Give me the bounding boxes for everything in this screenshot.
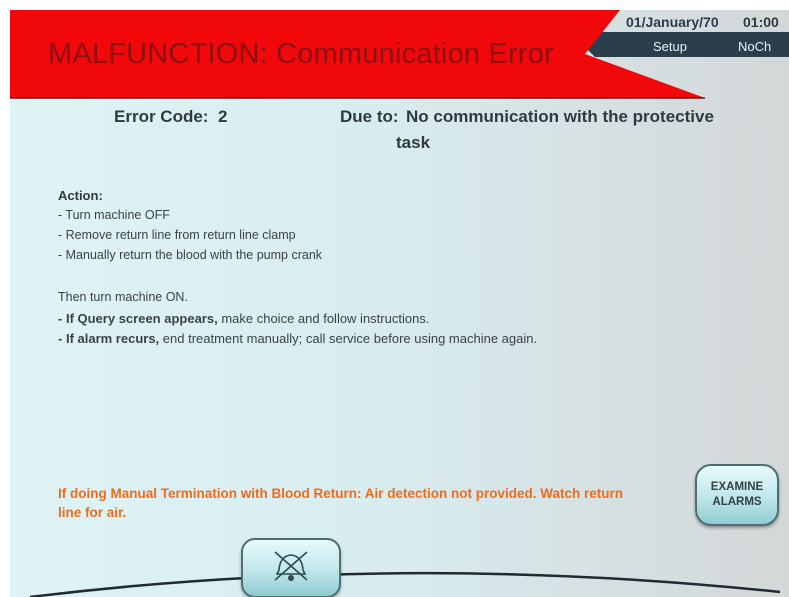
due-to-reason-line2: task [396,133,431,152]
alarm-silence-icon [269,546,313,591]
tab-setup[interactable]: Setup [653,39,687,54]
examine-alarms-label-line1: EXAMINE [710,481,764,493]
error-code-value: 2 [218,107,228,126]
examine-alarms-label-line2: ALARMS [712,496,762,508]
bottom-arc [29,571,781,597]
conditional-action: make choice and follow instructions. [217,311,430,326]
malfunction-screen: MALFUNCTION: Communication Error 01/Janu… [10,10,789,597]
conditional-instruction: - If alarm recurs, end treatment manuall… [58,331,537,346]
header-bar: MALFUNCTION: Communication Error 01/Janu… [10,10,789,102]
action-step: - Manually return the blood with the pum… [58,248,323,262]
examine-alarms-button[interactable]: EXAMINE ALARMS [695,464,779,526]
due-to-reason-line1: No communication with the protective [406,107,714,126]
time-display: 01:00 [743,14,779,30]
conditional-action: end treatment manually; call service bef… [159,331,538,346]
conditional-prefix: - [58,331,66,346]
tab-noch[interactable]: NoCh [738,39,771,54]
action-step: - Turn machine OFF [58,208,170,222]
conditional-condition: If Query screen appears, [65,311,218,326]
then-instruction: Then turn machine ON. [58,290,188,304]
action-title: Action: [58,188,103,203]
conditional-instruction: - If Query screen appears, make choice a… [58,311,429,326]
due-to-label: Due to: [340,107,399,126]
page-title: MALFUNCTION: Communication Error [48,38,554,70]
alarm-silence-button[interactable] [241,538,341,597]
date-display: 01/January/70 [626,14,719,30]
conditional-condition: If alarm recurs, [65,331,160,346]
error-code-label: Error Code: [114,107,209,126]
air-detection-warning: If doing Manual Termination with Blood R… [58,486,623,520]
conditional-prefix: - [58,311,66,326]
action-step: - Remove return line from return line cl… [58,228,296,242]
